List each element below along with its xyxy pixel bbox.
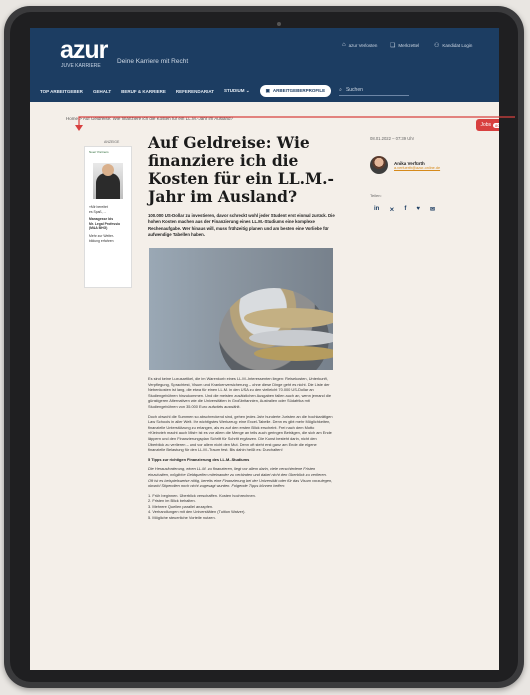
- callout-line: [78, 116, 515, 125]
- arrow-head-icon: [75, 125, 83, 131]
- callout-arrow: [75, 116, 515, 131]
